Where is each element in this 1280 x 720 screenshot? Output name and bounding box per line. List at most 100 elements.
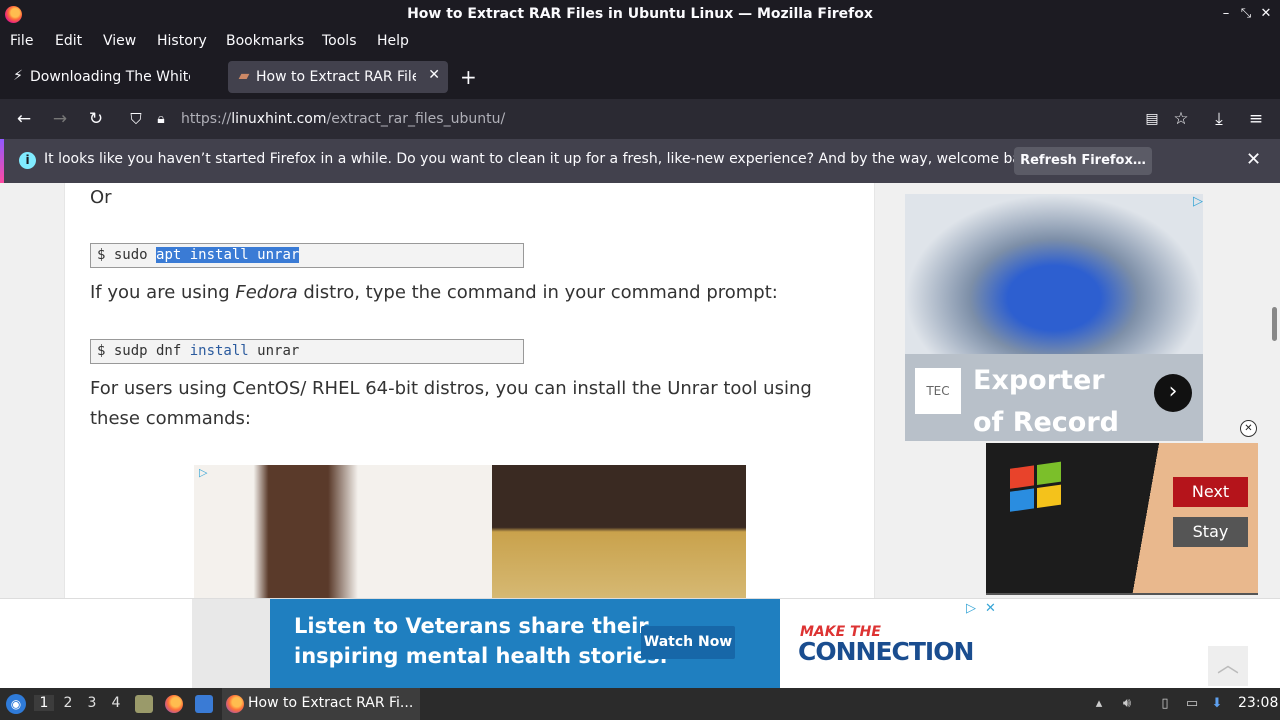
side-ad-photo (905, 194, 1203, 354)
notification-message: It looks like you haven’t started Firefo… (44, 151, 1043, 167)
start-menu-icon[interactable]: ◉ (6, 694, 26, 714)
centos-line-1: For users using CentOS/ RHEL 64-bit dist… (90, 378, 812, 399)
url-text[interactable]: https://linuxhint.com/extract_rar_files_… (181, 111, 505, 127)
bottom-ad: Listen to Veterans share their inspiring… (0, 598, 1280, 688)
url-bar[interactable]: ⛉ 🔒︎ https://linuxhint.com/extract_rar_f… (120, 103, 1188, 135)
terminal-icon[interactable] (195, 695, 213, 713)
minimize-icon[interactable]: – (1217, 5, 1235, 23)
video-ad-close-icon[interactable]: ✕ (1240, 420, 1257, 437)
video-ad[interactable]: Next Stay (986, 443, 1258, 595)
menu-bookmarks[interactable]: Bookmarks (226, 33, 304, 49)
tab-label: Downloading The White (30, 69, 190, 85)
code-prompt: $ sudp dnf (97, 343, 190, 359)
bottom-ad-banner[interactable]: Listen to Veterans share their inspiring… (270, 599, 998, 688)
bottom-ad-text: Listen to Veterans share their inspiring… (294, 611, 668, 671)
tab-bar: ⚡ Downloading The White ▰ How to Extract… (0, 54, 1280, 99)
file-manager-icon[interactable] (135, 695, 153, 713)
side-ad[interactable]: TEC Exporter of Record › ▷✕ (905, 194, 1203, 441)
hamburger-menu-icon[interactable]: ≡ (1245, 108, 1267, 130)
restore-icon[interactable]: ⤡ (1237, 5, 1255, 23)
adchoices-icon[interactable]: ▷ (199, 467, 211, 479)
workspace-1[interactable]: 1 (34, 695, 54, 711)
url-prefix: https:// (181, 111, 232, 127)
reload-icon[interactable]: ↻ (85, 108, 107, 130)
fedora-text-pre: If you are using (90, 282, 236, 303)
menu-help[interactable]: Help (377, 33, 409, 49)
ad-close-icon[interactable]: ✕ (985, 601, 996, 616)
scroll-to-top-icon[interactable]: ︿ (1208, 646, 1248, 686)
forward-icon[interactable]: → (49, 108, 71, 130)
clock: 23:08 (1238, 695, 1279, 711)
volume-icon[interactable]: 🔊︎ (1118, 695, 1136, 713)
downloads-icon[interactable]: ⤓ (1208, 108, 1230, 130)
back-icon[interactable]: ← (13, 108, 35, 130)
tray-up-icon[interactable]: ▴ (1090, 695, 1108, 713)
code-rest: unrar (248, 343, 300, 359)
url-host: linuxhint.com (231, 111, 327, 127)
chevron-right-icon[interactable]: › (1154, 374, 1192, 412)
code-prompt: $ sudo (97, 247, 157, 263)
bookmark-star-icon[interactable]: ☆ (1170, 108, 1192, 130)
notification-close-icon[interactable]: ✕ (1246, 149, 1261, 170)
tab-downloading[interactable]: ⚡ Downloading The White (2, 61, 222, 93)
reader-view-icon[interactable]: ▤ (1141, 108, 1163, 130)
bottom-ad-line-2: inspiring mental health stories. (294, 644, 668, 668)
video-next-button[interactable]: Next (1173, 477, 1248, 507)
workspace-2[interactable]: 2 (58, 695, 78, 711)
menu-history[interactable]: History (157, 33, 207, 49)
firefox-task-icon (226, 695, 244, 713)
shield-icon[interactable]: ⛉ (125, 108, 147, 130)
bottom-ad-left-panel (192, 599, 270, 688)
centos-line-2: these commands: (90, 408, 251, 429)
side-ad-logo: TEC (915, 368, 961, 414)
windows-logo-icon (1010, 461, 1064, 513)
new-tab-icon[interactable]: + (460, 67, 477, 87)
tab-close-icon[interactable]: ✕ (428, 67, 440, 83)
clipboard-icon[interactable]: ▯ (1156, 695, 1174, 713)
code-block-dnf: $ sudp dnf install unrar (90, 339, 524, 364)
taskbar: ◉ 1 2 3 4 How to Extract RAR Fi... ▴ 🔊︎ … (0, 688, 1280, 720)
nav-bar: ← → ↻ ⛉ 🔒︎ https://linuxhint.com/extract… (0, 99, 1280, 139)
taskbar-task-firefox[interactable]: How to Extract RAR Fi... (222, 688, 420, 720)
fedora-text-post: distro, type the command in your command… (297, 282, 778, 303)
firefox-launcher-icon[interactable] (165, 695, 183, 713)
refresh-firefox-button[interactable]: Refresh Firefox… (1014, 147, 1152, 175)
close-window-icon[interactable]: ✕ (1257, 5, 1275, 23)
page-content: Or $ sudo apt install unrar If you are u… (0, 183, 1280, 688)
menu-tools[interactable]: Tools (322, 33, 357, 49)
workspace-4[interactable]: 4 (106, 695, 126, 711)
scrollbar-thumb[interactable] (1272, 307, 1277, 341)
window-titlebar: How to Extract RAR Files in Ubuntu Linux… (0, 0, 1280, 29)
updates-icon[interactable]: ⬇ (1208, 695, 1226, 713)
display-icon[interactable]: ▭ (1183, 695, 1201, 713)
lightning-icon: ⚡ (13, 68, 23, 84)
info-icon: i (19, 152, 36, 169)
watch-now-button[interactable]: Watch Now (641, 626, 735, 659)
task-label: How to Extract RAR Fi... (248, 695, 414, 711)
lock-icon[interactable]: 🔒︎ (150, 108, 172, 130)
tab-extract-rar[interactable]: ▰ How to Extract RAR Files ✕ (228, 61, 448, 93)
workspace-3[interactable]: 3 (82, 695, 102, 711)
code-selected-text[interactable]: apt install unrar (156, 247, 300, 263)
notification-bar: i It looks like you haven’t started Fire… (0, 139, 1280, 183)
fedora-paragraph: If you are using Fedora distro, type the… (90, 278, 778, 308)
or-text: Or (90, 187, 112, 208)
bottom-ad-line-1: Listen to Veterans share their (294, 614, 649, 638)
notification-accent (0, 139, 4, 183)
video-stay-button[interactable]: Stay (1173, 517, 1248, 547)
code-block-apt: $ sudo apt install unrar (90, 243, 524, 268)
window-title: How to Extract RAR Files in Ubuntu Linux… (407, 6, 873, 22)
side-ad-headline: Exporter of Record (973, 365, 1119, 438)
tab-label: How to Extract RAR Files (256, 69, 416, 85)
menu-file[interactable]: File (10, 33, 33, 49)
ad-close-icon[interactable]: ▷✕ (1193, 194, 1203, 209)
code-keyword: install (189, 343, 249, 359)
menu-view[interactable]: View (103, 33, 136, 49)
menu-bar: File Edit View History Bookmarks Tools H… (0, 29, 1280, 54)
scrollbar[interactable] (1268, 183, 1280, 598)
adchoices-icon[interactable]: ▷ (966, 601, 976, 616)
url-path: /extract_rar_files_ubuntu/ (326, 111, 506, 127)
fedora-word: Fedora (235, 282, 298, 303)
menu-edit[interactable]: Edit (55, 33, 82, 49)
site-icon: ▰ (238, 68, 250, 84)
